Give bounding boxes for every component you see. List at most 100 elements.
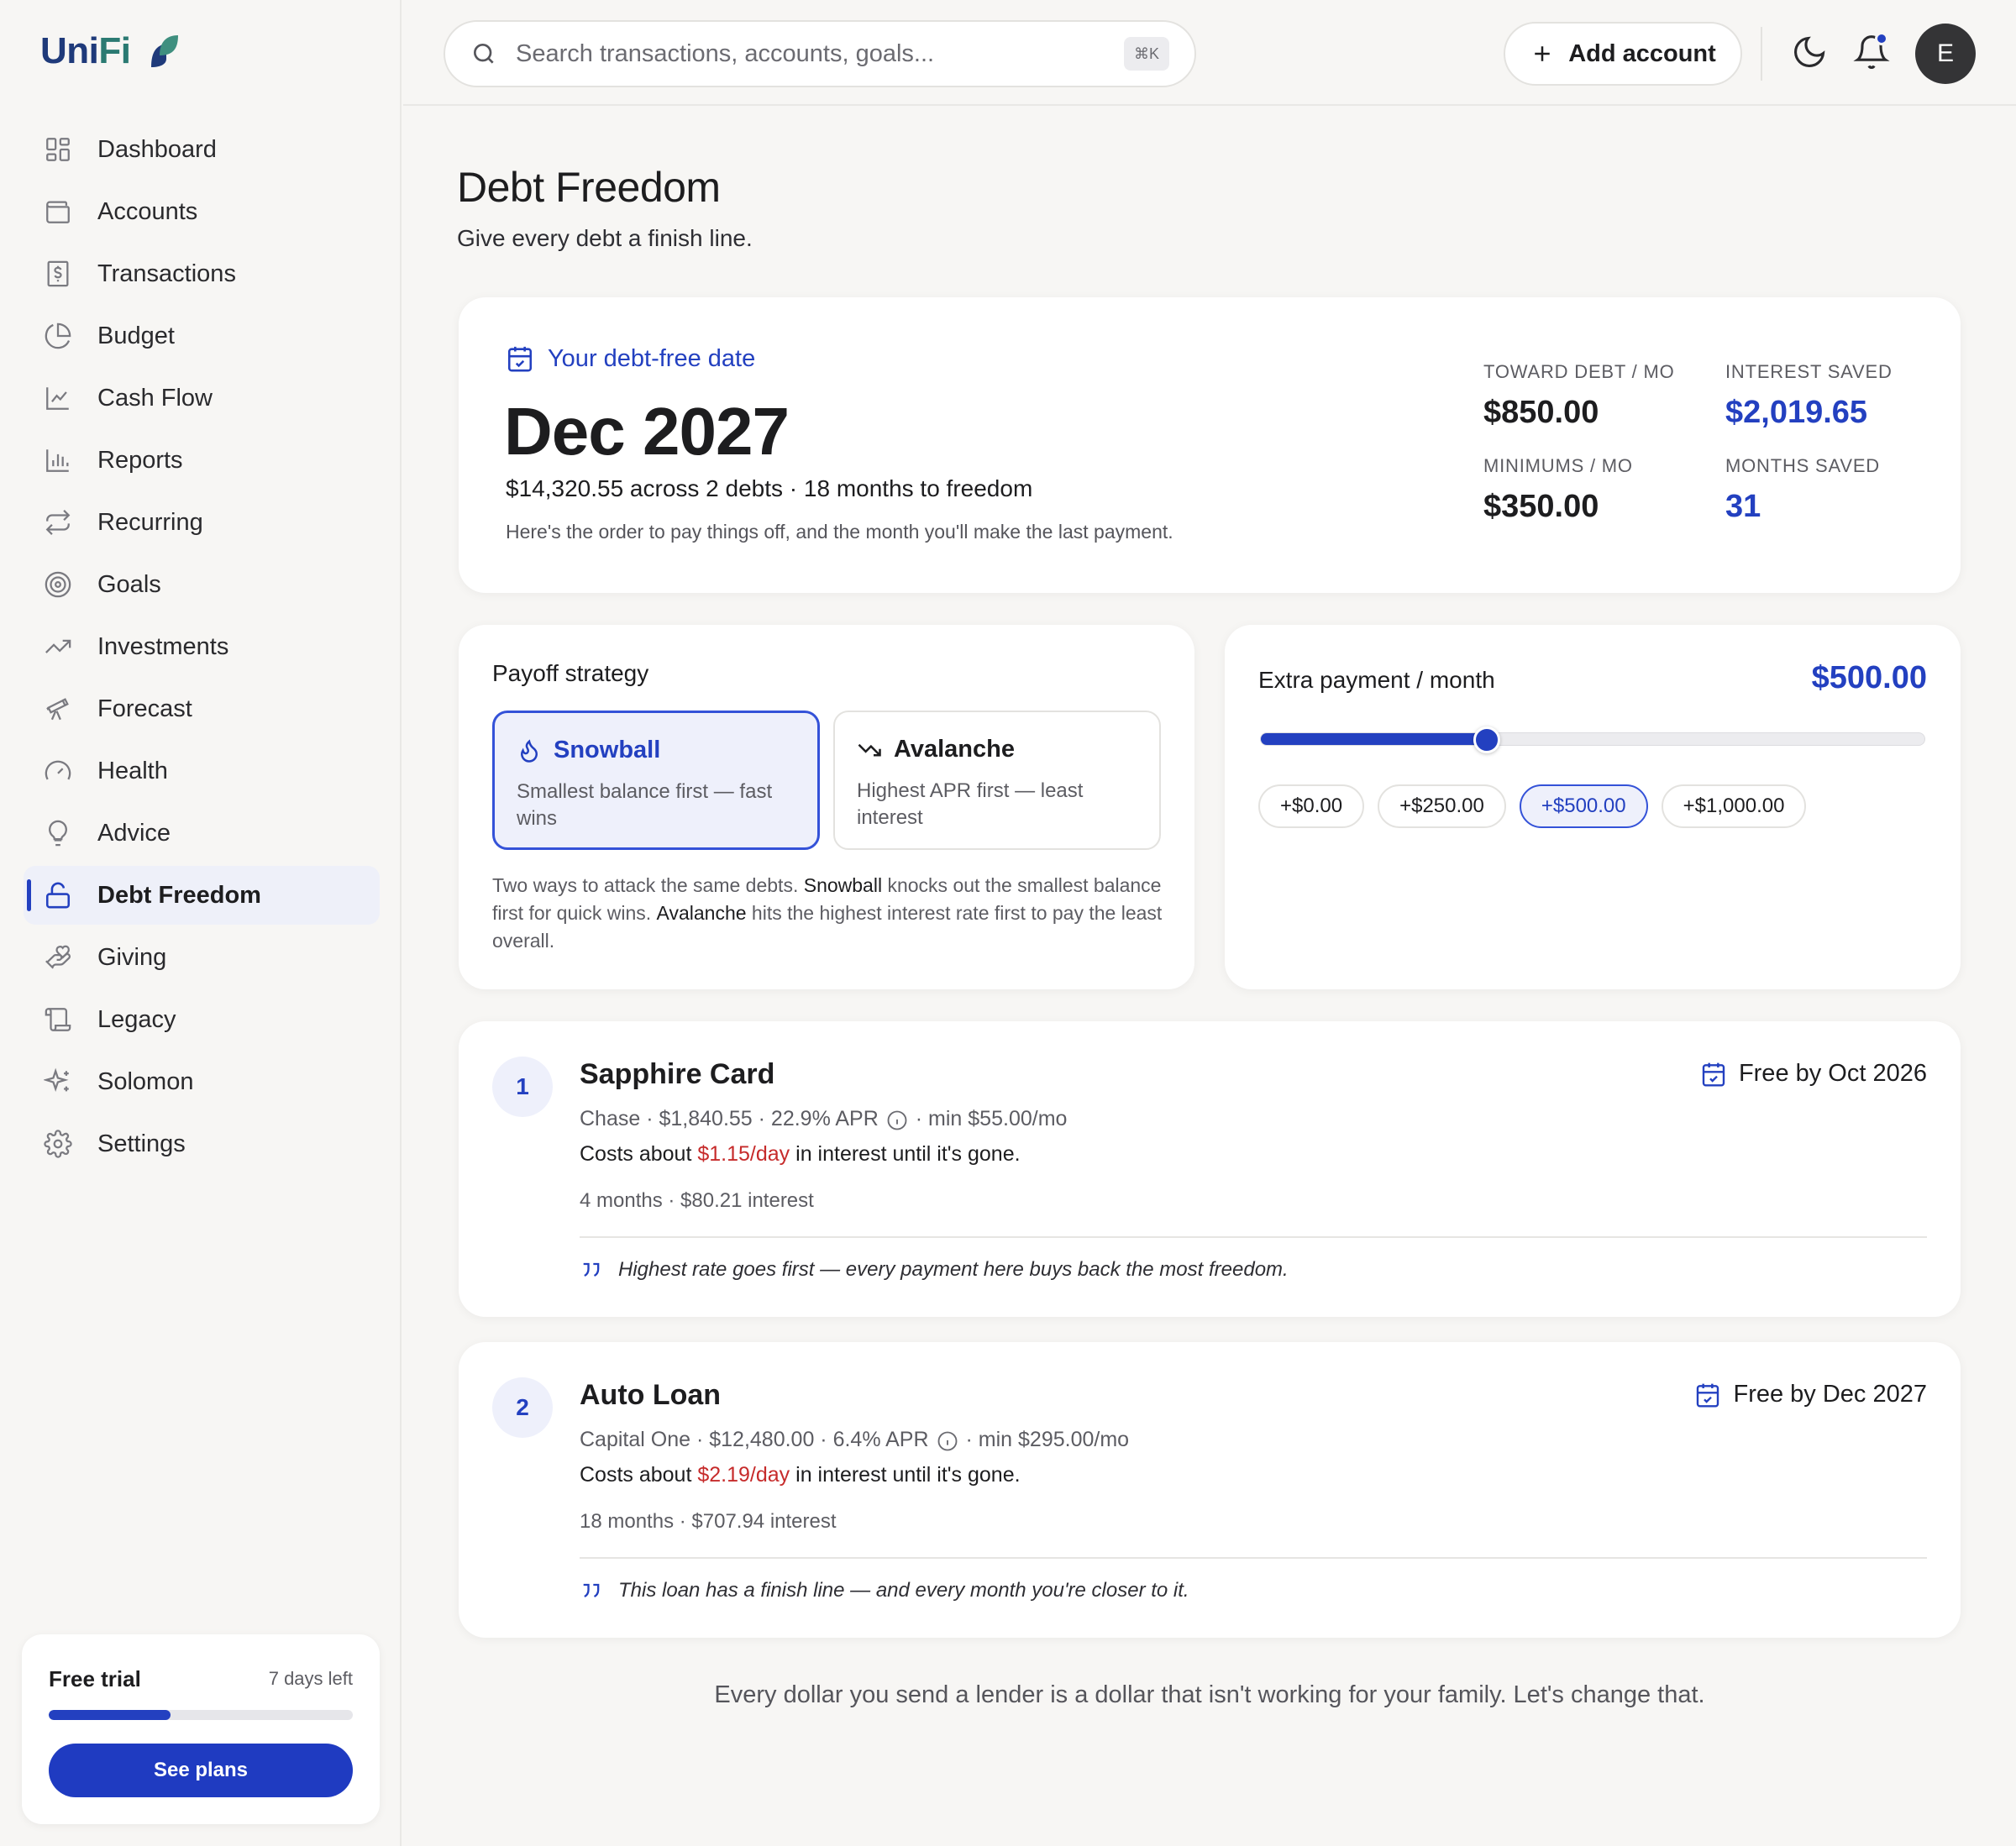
sidebar-item-budget[interactable]: Budget <box>24 307 380 365</box>
debt-free-eyebrow: Your debt-free date <box>506 344 755 373</box>
sidebar-item-transactions[interactable]: Transactions <box>24 244 380 303</box>
sidebar-item-label: Solomon <box>97 1067 194 1095</box>
page-title: Debt Freedom <box>457 164 721 211</box>
strategy-title: Payoff strategy <box>492 660 649 686</box>
debt-cost: Costs about $1.15/day in interest until … <box>580 1142 1021 1167</box>
dashboard-icon <box>46 138 70 161</box>
sidebar-item-label: Forecast <box>97 695 192 722</box>
debt-timeline: 18 months · $707.94 interest <box>580 1510 837 1533</box>
sidebar-item-goals[interactable]: Goals <box>24 555 380 614</box>
stat-value: 31 <box>1725 489 1761 524</box>
sidebar-item-forecast[interactable]: Forecast <box>24 679 380 738</box>
extra-payment-slider[interactable] <box>1260 726 1925 753</box>
divider <box>580 1236 1927 1238</box>
topbar: ⌘K Add account E <box>403 0 2016 106</box>
quote-icon <box>583 1262 600 1277</box>
info-icon[interactable] <box>885 1109 909 1132</box>
sidebar-item-dashboard[interactable]: Dashboard <box>24 120 380 179</box>
extra-payment-card: Extra payment / month $500.00 +$0.00 +$2… <box>1225 625 1961 989</box>
chip-250[interactable]: +$250.00 <box>1378 784 1506 828</box>
sidebar-item-label: Accounts <box>97 197 198 225</box>
debt-free-by: Free by Dec 2027 <box>1694 1381 1927 1408</box>
stat-label: TOWARD DEBT / MO <box>1483 361 1675 382</box>
stat-minimums: MINIMUMS / MO $350.00 <box>1483 455 1633 525</box>
info-icon[interactable] <box>936 1429 959 1453</box>
slider-thumb[interactable] <box>1473 726 1500 753</box>
sidebar-item-label: Advice <box>97 819 171 847</box>
trial-progress-bar <box>49 1710 353 1720</box>
sidebar-nav: Dashboard Accounts Transactions Budget C… <box>24 120 380 1177</box>
sidebar-item-cash-flow[interactable]: Cash Flow <box>24 369 380 427</box>
sidebar-item-health[interactable]: Health <box>24 742 380 800</box>
stat-label: MINIMUMS / MO <box>1483 455 1633 476</box>
search-input[interactable] <box>516 39 1104 68</box>
footer-message: Every dollar you send a lender is a doll… <box>714 1681 1705 1708</box>
sidebar-item-recurring[interactable]: Recurring <box>24 493 380 552</box>
debt-name: Auto Loan <box>580 1379 722 1411</box>
sidebar-item-legacy[interactable]: Legacy <box>24 990 380 1049</box>
search-icon <box>474 44 494 64</box>
sidebar-item-reports[interactable]: Reports <box>24 431 380 490</box>
debt-cost-text: in interest until it's gone. <box>790 1142 1021 1166</box>
pie-chart-icon <box>45 323 71 349</box>
sidebar-item-giving[interactable]: Giving <box>24 928 380 987</box>
sidebar-item-advice[interactable]: Advice <box>24 804 380 863</box>
sidebar-item-debt-freedom[interactable]: Debt Freedom <box>24 866 380 925</box>
stat-value: $850.00 <box>1483 395 1599 430</box>
extra-payment-chips: +$0.00 +$250.00 +$500.00 +$1,000.00 <box>1258 784 1807 828</box>
moon-icon[interactable] <box>1791 34 1828 71</box>
chip-0[interactable]: +$0.00 <box>1258 784 1365 828</box>
payoff-strategy-card: Payoff strategy Snowball Smallest balanc… <box>459 625 1194 989</box>
extra-payment-label: Extra payment / month <box>1258 667 1495 693</box>
debt-cost: Costs about $2.19/day in interest until … <box>580 1463 1021 1487</box>
sidebar-item-accounts[interactable]: Accounts <box>24 182 380 241</box>
trial-title: Free trial <box>49 1666 141 1691</box>
add-account-button[interactable]: Add account <box>1504 22 1742 86</box>
chip-1000[interactable]: +$1,000.00 <box>1661 784 1807 828</box>
target-icon <box>45 571 71 598</box>
sidebar-item-label: Health <box>97 757 168 784</box>
debt-cost-text: Costs about <box>580 1142 698 1166</box>
flame-icon <box>520 738 538 763</box>
search-bar[interactable]: ⌘K <box>444 20 1196 87</box>
sidebar-item-solomon[interactable]: Solomon <box>24 1052 380 1111</box>
logo[interactable]: UniFi <box>40 30 180 72</box>
debt-free-by: Free by Oct 2026 <box>1700 1060 1927 1088</box>
unlock-icon <box>45 882 71 909</box>
strategy-option-desc: Highest APR first — least interest <box>857 779 1084 829</box>
strategy-option-name: Avalanche <box>894 736 1015 763</box>
chip-500[interactable]: +$500.00 <box>1519 784 1648 828</box>
debt-free-by-label: Free by Dec 2027 <box>1733 1381 1927 1408</box>
debt-quote: Highest rate goes first — every payment … <box>580 1258 1289 1282</box>
search-shortcut: ⌘K <box>1123 37 1169 71</box>
debt-rank: 2 <box>492 1377 553 1438</box>
avatar[interactable]: E <box>1915 24 1976 84</box>
logo-leaf-icon <box>150 35 178 67</box>
debt-meta-min: · min $55.00/mo <box>915 1106 1068 1130</box>
sidebar: UniFi Dashboard Accounts Transactions Bu… <box>0 0 402 1846</box>
debt-quote-text: Highest rate goes first — every payment … <box>618 1258 1289 1281</box>
see-plans-button[interactable]: See plans <box>49 1744 353 1797</box>
logo-text: UniFi <box>40 30 131 71</box>
sidebar-item-label: Debt Freedom <box>97 881 261 909</box>
scroll-icon <box>45 1008 71 1031</box>
page-subtitle: Give every debt a finish line. <box>457 225 753 251</box>
calendar-check-icon <box>507 346 533 372</box>
debt-meta-min: · min $295.00/mo <box>965 1427 1130 1451</box>
lightbulb-icon <box>49 820 67 847</box>
debt-card: 2 Auto Loan Free by Dec 2027 Capital One… <box>459 1342 1961 1638</box>
sidebar-item-label: Giving <box>97 943 167 971</box>
wallet-icon <box>46 201 70 223</box>
debt-meta-text: Capital One · $12,480.00 · 6.4% APR <box>580 1427 929 1451</box>
trending-down-icon <box>858 743 881 756</box>
strategy-option-snowball[interactable]: Snowball Smallest balance first — fast w… <box>492 711 820 850</box>
divider <box>580 1557 1927 1559</box>
debt-free-eyebrow-label: Your debt-free date <box>548 344 756 372</box>
sidebar-item-investments[interactable]: Investments <box>24 617 380 676</box>
strategy-option-name: Snowball <box>554 737 661 763</box>
explanation-avalanche: Avalanche <box>656 902 747 924</box>
strategy-option-avalanche[interactable]: Avalanche Highest APR first — least inte… <box>833 711 1161 850</box>
sidebar-item-settings[interactable]: Settings <box>24 1114 380 1173</box>
debt-meta-text: Chase · $1,840.55 · 22.9% APR <box>580 1106 879 1130</box>
debt-card: 1 Sapphire Card Free by Oct 2026 Chase ·… <box>459 1021 1961 1317</box>
